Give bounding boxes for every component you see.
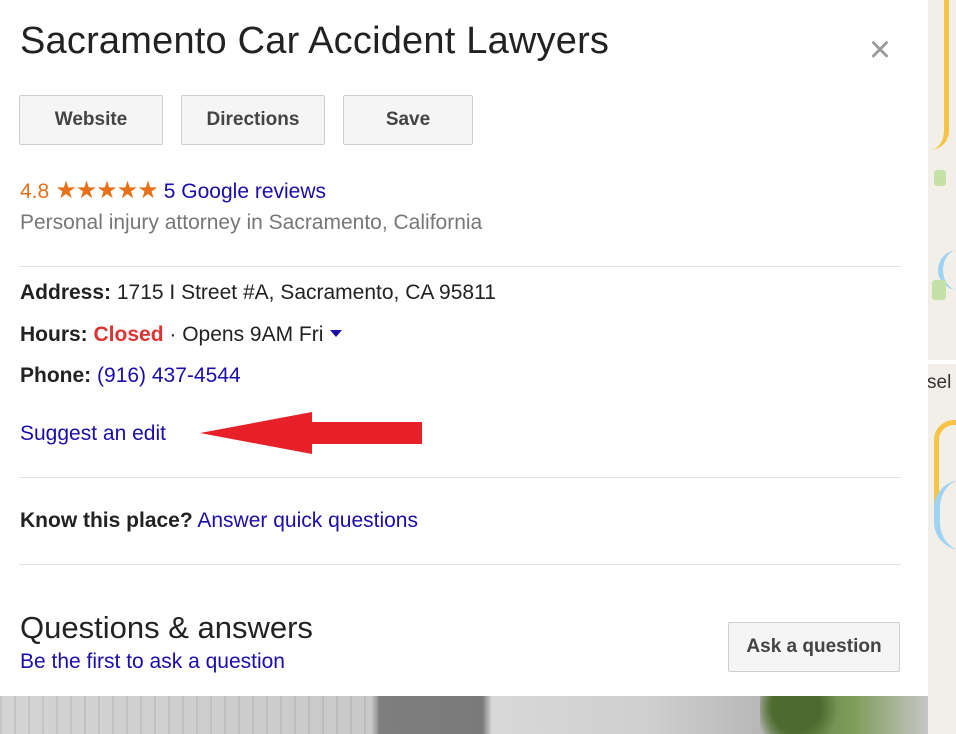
ask-question-button[interactable]: Ask a question bbox=[728, 622, 900, 672]
directions-button[interactable]: Directions bbox=[181, 95, 325, 145]
know-place-row: Know this place? Answer quick questions bbox=[20, 509, 418, 533]
phone-row: Phone: (916) 437-4544 bbox=[20, 364, 241, 388]
website-button[interactable]: Website bbox=[19, 95, 163, 145]
save-button[interactable]: Save bbox=[343, 95, 473, 145]
address-value[interactable]: 1715 I Street #A, Sacramento, CA 95811 bbox=[117, 281, 496, 304]
suggest-edit-row: Suggest an edit bbox=[20, 422, 166, 446]
phone-label: Phone: bbox=[20, 364, 92, 387]
address-label: Address: bbox=[20, 281, 112, 304]
first-question-link[interactable]: Be the first to ask a question bbox=[20, 650, 285, 674]
rating-value: 4.8 bbox=[20, 180, 50, 203]
divider bbox=[19, 477, 901, 478]
street-view-photo[interactable] bbox=[0, 696, 928, 734]
know-place-label: Know this place? bbox=[20, 509, 193, 532]
place-title: Sacramento Car Accident Lawyers bbox=[20, 20, 610, 62]
close-icon[interactable]: × bbox=[862, 31, 898, 69]
hours-status: Closed bbox=[93, 323, 164, 346]
map-road bbox=[930, 0, 949, 150]
map-background[interactable]: sel bbox=[928, 0, 956, 734]
map-park bbox=[934, 170, 946, 186]
rating-row: 4.8 ★★★★★ 5 Google reviews bbox=[20, 176, 326, 205]
divider bbox=[19, 266, 901, 267]
photo-tree bbox=[760, 696, 850, 734]
suggest-edit-link[interactable]: Suggest an edit bbox=[20, 422, 166, 445]
place-panel: Sacramento Car Accident Lawyers × Websit… bbox=[0, 0, 928, 696]
map-park bbox=[932, 280, 946, 300]
map-street bbox=[928, 360, 956, 364]
hours-label: Hours: bbox=[20, 323, 88, 346]
answer-questions-link[interactable]: Answer quick questions bbox=[197, 509, 418, 532]
photo-building bbox=[0, 696, 380, 734]
phone-link[interactable]: (916) 437-4544 bbox=[97, 364, 241, 387]
hours-row: Hours: Closed · Opens 9AM Fri bbox=[20, 323, 343, 347]
address-row: Address: 1715 I Street #A, Sacramento, C… bbox=[20, 281, 496, 305]
divider bbox=[19, 564, 901, 565]
place-category: Personal injury attorney in Sacramento, … bbox=[20, 211, 483, 234]
map-label: sel bbox=[928, 372, 952, 393]
reviews-link[interactable]: 5 Google reviews bbox=[164, 180, 326, 203]
hours-next-open[interactable]: · Opens 9AM Fri bbox=[164, 323, 323, 346]
red-arrow-annotation bbox=[200, 412, 422, 454]
star-icon: ★★★★★ bbox=[55, 177, 159, 204]
caret-down-icon[interactable] bbox=[330, 330, 343, 337]
qa-title: Questions & answers bbox=[20, 610, 313, 645]
